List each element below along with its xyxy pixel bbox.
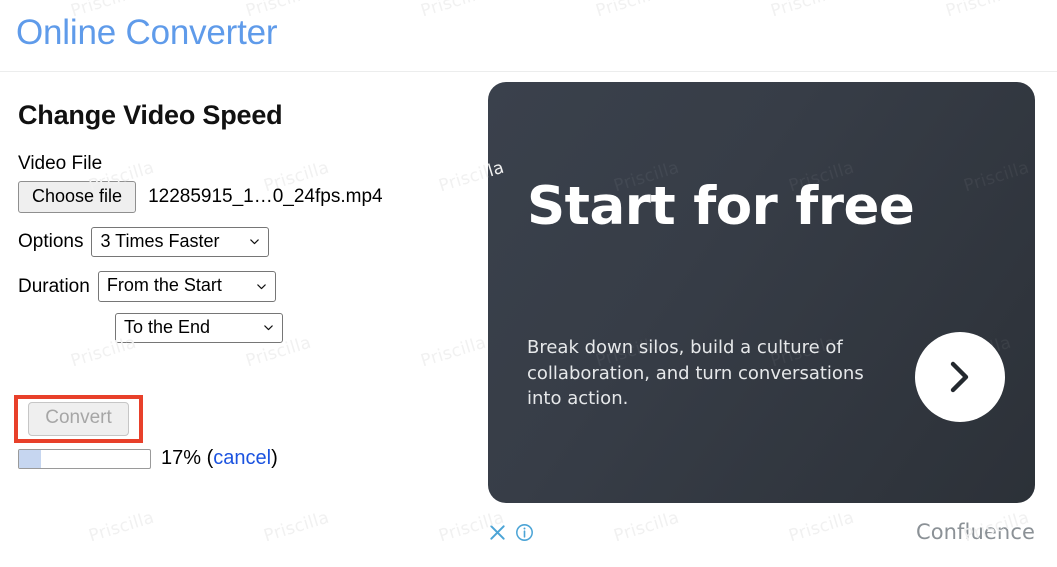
chevron-down-icon — [257, 283, 266, 289]
duration-to-select[interactable]: To the End — [115, 312, 283, 344]
chevron-right-icon — [950, 361, 969, 393]
chevron-down-icon — [250, 239, 260, 245]
duration-label: Duration — [18, 275, 90, 297]
converter-form-panel: Change Video Speed Video File Choose fil… — [0, 72, 470, 469]
page-title: Online Converter — [16, 13, 278, 52]
progress-bar-fill — [19, 449, 42, 468]
duration-from-value: From the Start — [106, 275, 222, 296]
video-file-label: Video File — [18, 153, 103, 174]
chevron-down-icon — [264, 325, 273, 331]
info-icon[interactable] — [515, 523, 534, 542]
ad-body-text: Break down silos, build a culture of col… — [527, 337, 864, 410]
close-icon[interactable] — [488, 523, 507, 542]
options-label: Options — [18, 230, 84, 252]
video-file-row: Choose file 12285915_1…0_24fps.mp4 — [0, 181, 470, 213]
ad-headline: Start for free — [527, 176, 915, 237]
cancel-link[interactable]: cancel — [213, 447, 271, 469]
advertisement-card[interactable]: Start for free Break down silos, build a… — [488, 82, 1035, 503]
progress-bar — [18, 448, 151, 469]
paren-close: ) — [271, 447, 278, 469]
selected-file-name: 12285915_1…0_24fps.mp4 — [148, 185, 383, 207]
progress-status-text: 17% (cancel) — [161, 447, 278, 470]
duration-to-row: To the End — [0, 312, 470, 344]
section-title: Change Video Speed — [18, 100, 283, 130]
watermark-text: Priscilla — [261, 507, 332, 547]
progress-percent: 17% — [161, 447, 202, 469]
ad-footer: Confluence — [488, 512, 1035, 552]
convert-button[interactable]: Convert — [28, 402, 129, 436]
options-row: Options 3 Times Faster — [0, 226, 470, 258]
choose-file-button[interactable]: Choose file — [18, 181, 137, 213]
options-select[interactable]: 3 Times Faster — [91, 226, 270, 258]
options-select-value: 3 Times Faster — [100, 230, 220, 251]
ad-cta-button[interactable] — [915, 332, 1005, 422]
duration-to-value: To the End — [124, 316, 211, 337]
conversion-progress-row: 17% (cancel) — [18, 447, 278, 470]
duration-from-select[interactable]: From the Start — [97, 271, 276, 302]
convert-button-highlight: Convert — [14, 395, 143, 443]
duration-row: Duration From the Start — [0, 271, 470, 302]
app-header: Online Converter — [0, 0, 1057, 72]
watermark-text: Priscilla — [86, 507, 157, 547]
ad-brand-label: Confluence — [915, 520, 1035, 544]
